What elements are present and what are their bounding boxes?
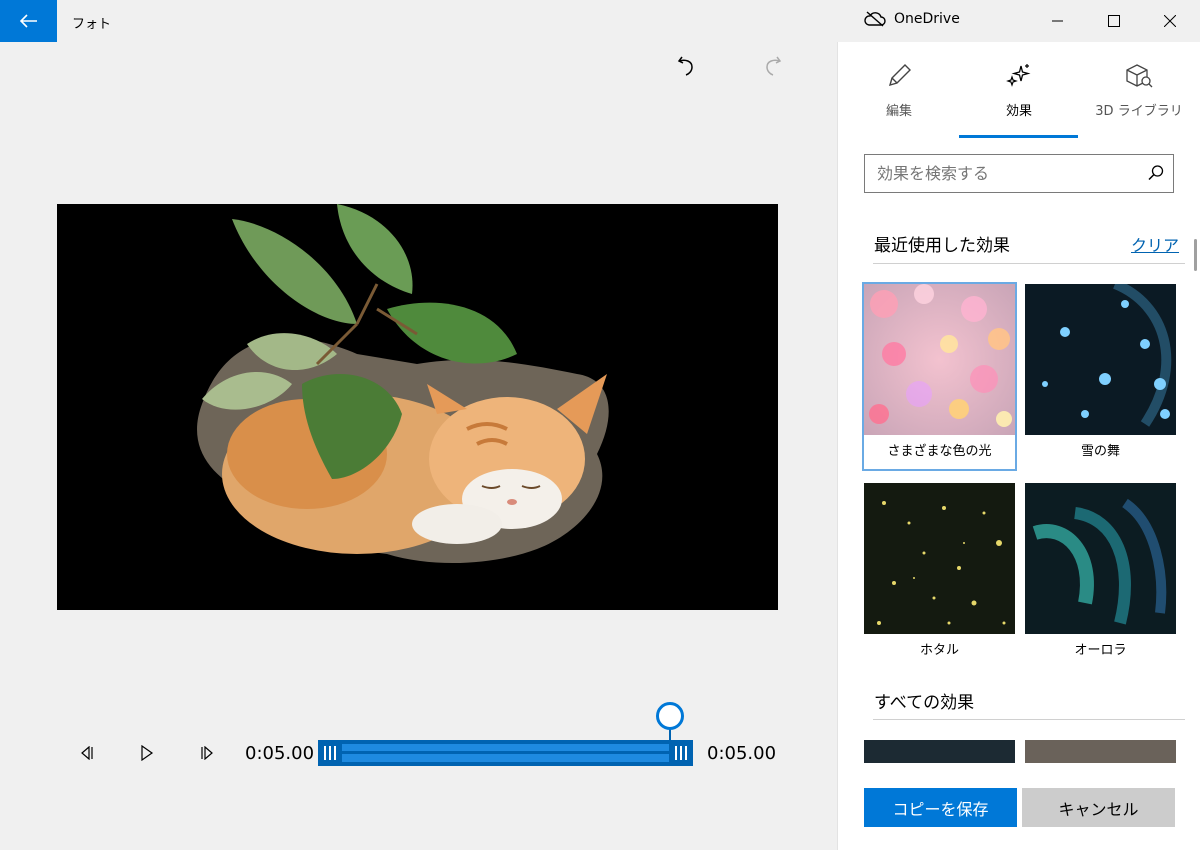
playhead-line (669, 728, 671, 766)
effects-search-input[interactable] (865, 155, 1135, 192)
tab-edit[interactable]: 編集 (839, 60, 959, 138)
previous-frame-button[interactable] (72, 738, 102, 768)
maximize-icon (1108, 15, 1120, 27)
end-time: 0:05.00 (707, 743, 777, 764)
effect-label: ホタル (919, 643, 959, 658)
tab-edit-label: 編集 (885, 104, 912, 119)
app-title: フォト (72, 17, 112, 32)
effect-label: オーロラ (1074, 643, 1127, 658)
back-button[interactable] (0, 0, 57, 42)
undo-icon (677, 56, 693, 76)
panel-scrollbar[interactable] (1194, 239, 1197, 271)
effect-tile-colorful-lights[interactable]: さまざまな色の光 (862, 282, 1017, 471)
effect-tile-snow[interactable]: 雪の舞 (1025, 284, 1176, 469)
effect-thumbnail (1025, 483, 1176, 634)
effect-thumbnail (864, 284, 1015, 435)
cube-icon (1126, 64, 1153, 88)
trim-end-handle[interactable] (669, 740, 693, 766)
all-effects-title: すべての効果 (874, 693, 975, 713)
onedrive-label: OneDrive (894, 11, 960, 27)
clear-recent-link[interactable]: クリア (1131, 232, 1179, 256)
cat-with-leaves-image (197, 204, 609, 564)
next-frame-button[interactable] (192, 738, 222, 768)
effects-panel: 編集 効果 3D ライブラリ 最近使用した効果 クリア (837, 42, 1200, 850)
minimize-button[interactable] (1030, 0, 1086, 42)
trim-timeline[interactable] (318, 740, 693, 766)
search-icon[interactable] (1147, 164, 1165, 182)
effect-tile-partial-2[interactable] (1025, 740, 1176, 763)
effect-thumbnail (1025, 284, 1176, 435)
maximize-button[interactable] (1086, 0, 1142, 42)
tab-3d-library[interactable]: 3D ライブラリ (1079, 60, 1199, 138)
tab-effects[interactable]: 効果 (959, 60, 1079, 138)
effect-label: 雪の舞 (1080, 444, 1120, 459)
previous-frame-icon (81, 746, 93, 760)
onedrive-status[interactable]: OneDrive (864, 11, 960, 27)
all-effects-divider (873, 719, 1185, 720)
redo-icon (766, 56, 782, 76)
undo-button[interactable] (669, 48, 705, 84)
effect-tile-partial-1[interactable] (864, 740, 1015, 763)
minimize-icon (1052, 20, 1063, 22)
redo-button[interactable] (754, 48, 790, 84)
next-frame-icon (201, 746, 213, 760)
effect-tile-fireflies[interactable]: ホタル (864, 483, 1015, 668)
active-tab-indicator (959, 135, 1078, 138)
play-icon (141, 745, 154, 761)
effects-search-box[interactable] (864, 154, 1174, 193)
cloud-offline-icon (864, 11, 886, 27)
sparkle-icon (1006, 64, 1031, 87)
start-time: 0:05.00 (245, 743, 315, 764)
tab-3d-library-label: 3D ライブラリ (1095, 104, 1183, 119)
save-copy-button[interactable]: コピーを保存 (864, 788, 1017, 827)
play-button[interactable] (132, 738, 162, 768)
back-arrow-icon (19, 14, 37, 28)
tab-effects-label: 効果 (1005, 104, 1032, 119)
recent-effects-title: 最近使用した効果 (874, 236, 1010, 256)
recent-divider (873, 263, 1185, 264)
close-button[interactable] (1142, 0, 1198, 42)
timeline-line (318, 751, 693, 754)
title-bar: フォト OneDrive (0, 0, 1200, 42)
trim-start-handle[interactable] (318, 740, 342, 766)
pencil-icon (888, 64, 911, 87)
effect-thumbnail (864, 483, 1015, 634)
effect-tile-aurora[interactable]: オーロラ (1025, 483, 1176, 668)
cancel-button[interactable]: キャンセル (1022, 788, 1175, 827)
close-icon (1164, 15, 1176, 27)
effect-label: さまざまな色の光 (864, 435, 1015, 469)
playhead-handle[interactable] (656, 702, 684, 730)
video-preview[interactable] (57, 204, 778, 610)
